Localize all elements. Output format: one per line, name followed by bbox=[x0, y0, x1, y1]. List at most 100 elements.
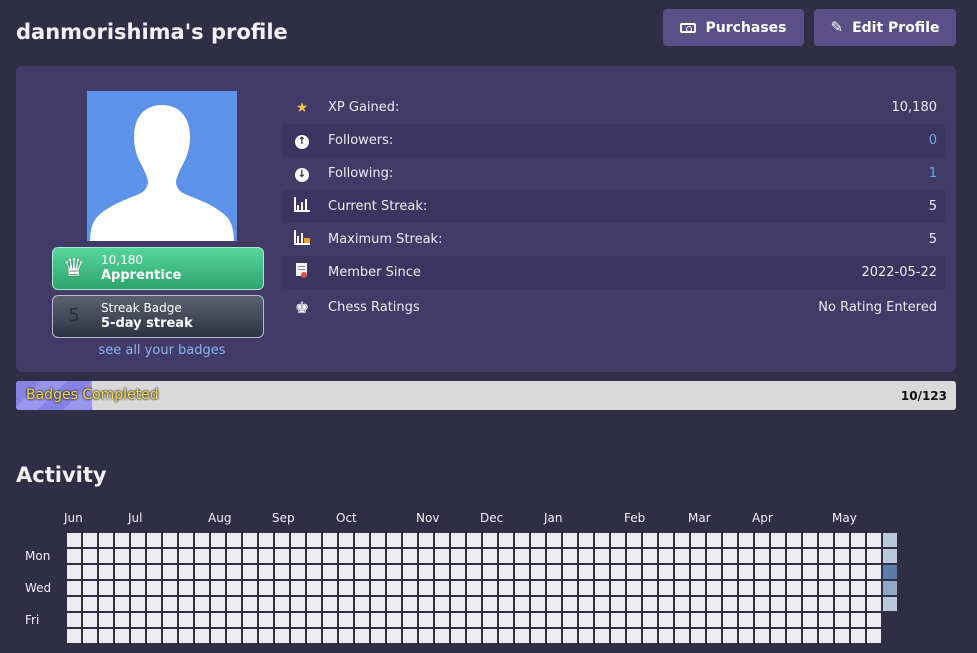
activity-day-cell[interactable] bbox=[515, 629, 529, 643]
activity-day-cell[interactable] bbox=[627, 549, 641, 563]
activity-day-cell[interactable] bbox=[723, 565, 737, 579]
activity-day-cell[interactable] bbox=[307, 565, 321, 579]
activity-day-cell[interactable] bbox=[131, 549, 145, 563]
activity-day-cell[interactable] bbox=[563, 597, 577, 611]
activity-day-cell[interactable] bbox=[787, 613, 801, 627]
activity-day-cell[interactable] bbox=[435, 581, 449, 595]
activity-day-cell[interactable] bbox=[723, 629, 737, 643]
activity-day-cell[interactable] bbox=[179, 597, 193, 611]
activity-day-cell[interactable] bbox=[451, 533, 465, 547]
activity-day-cell[interactable] bbox=[339, 581, 353, 595]
activity-day-cell[interactable] bbox=[131, 629, 145, 643]
activity-day-cell[interactable] bbox=[739, 565, 753, 579]
activity-day-cell[interactable] bbox=[867, 581, 881, 595]
activity-day-cell[interactable] bbox=[531, 629, 545, 643]
activity-day-cell[interactable] bbox=[227, 581, 241, 595]
activity-day-cell[interactable] bbox=[179, 613, 193, 627]
activity-day-cell[interactable] bbox=[691, 581, 705, 595]
activity-day-cell[interactable] bbox=[531, 565, 545, 579]
streak-badge[interactable]: 5 Streak Badge 5-day streak bbox=[52, 295, 264, 338]
activity-day-cell[interactable] bbox=[435, 565, 449, 579]
activity-day-cell[interactable] bbox=[467, 549, 481, 563]
activity-day-cell[interactable] bbox=[803, 581, 817, 595]
activity-day-cell[interactable] bbox=[835, 597, 849, 611]
activity-day-cell[interactable] bbox=[435, 533, 449, 547]
activity-day-cell[interactable] bbox=[371, 549, 385, 563]
activity-day-cell[interactable] bbox=[611, 613, 625, 627]
activity-day-cell[interactable] bbox=[771, 613, 785, 627]
activity-day-cell[interactable] bbox=[259, 629, 273, 643]
activity-day-cell[interactable] bbox=[499, 581, 513, 595]
activity-day-cell[interactable] bbox=[883, 533, 897, 547]
activity-day-cell[interactable] bbox=[467, 533, 481, 547]
activity-day-cell[interactable] bbox=[67, 629, 81, 643]
activity-day-cell[interactable] bbox=[787, 597, 801, 611]
activity-day-cell[interactable] bbox=[755, 549, 769, 563]
activity-day-cell[interactable] bbox=[755, 565, 769, 579]
activity-day-cell[interactable] bbox=[611, 565, 625, 579]
activity-day-cell[interactable] bbox=[115, 581, 129, 595]
activity-day-cell[interactable] bbox=[243, 629, 257, 643]
activity-day-cell[interactable] bbox=[355, 613, 369, 627]
activity-day-cell[interactable] bbox=[771, 533, 785, 547]
activity-day-cell[interactable] bbox=[227, 597, 241, 611]
activity-day-cell[interactable] bbox=[275, 533, 289, 547]
activity-day-cell[interactable] bbox=[627, 597, 641, 611]
activity-day-cell[interactable] bbox=[99, 565, 113, 579]
activity-day-cell[interactable] bbox=[723, 533, 737, 547]
activity-day-cell[interactable] bbox=[787, 565, 801, 579]
activity-day-cell[interactable] bbox=[355, 549, 369, 563]
activity-day-cell[interactable] bbox=[387, 565, 401, 579]
activity-day-cell[interactable] bbox=[227, 629, 241, 643]
activity-day-cell[interactable] bbox=[531, 597, 545, 611]
activity-day-cell[interactable] bbox=[179, 549, 193, 563]
activity-day-cell[interactable] bbox=[83, 565, 97, 579]
activity-day-cell[interactable] bbox=[739, 597, 753, 611]
activity-day-cell[interactable] bbox=[195, 581, 209, 595]
activity-day-cell[interactable] bbox=[259, 613, 273, 627]
activity-day-cell[interactable] bbox=[739, 549, 753, 563]
activity-day-cell[interactable] bbox=[147, 581, 161, 595]
activity-day-cell[interactable] bbox=[99, 613, 113, 627]
activity-day-cell[interactable] bbox=[851, 613, 865, 627]
activity-day-cell[interactable] bbox=[451, 613, 465, 627]
activity-day-cell[interactable] bbox=[643, 581, 657, 595]
activity-day-cell[interactable] bbox=[707, 549, 721, 563]
activity-day-cell[interactable] bbox=[499, 533, 513, 547]
activity-day-cell[interactable] bbox=[723, 597, 737, 611]
activity-day-cell[interactable] bbox=[355, 597, 369, 611]
activity-day-cell[interactable] bbox=[339, 533, 353, 547]
activity-day-cell[interactable] bbox=[99, 581, 113, 595]
activity-day-cell[interactable] bbox=[595, 629, 609, 643]
activity-day-cell[interactable] bbox=[83, 629, 97, 643]
activity-day-cell[interactable] bbox=[419, 581, 433, 595]
activity-day-cell[interactable] bbox=[771, 597, 785, 611]
activity-day-cell[interactable] bbox=[243, 597, 257, 611]
activity-day-cell[interactable] bbox=[723, 549, 737, 563]
activity-day-cell[interactable] bbox=[595, 565, 609, 579]
activity-day-cell[interactable] bbox=[211, 565, 225, 579]
purchases-button[interactable]: Purchases bbox=[663, 9, 804, 46]
activity-day-cell[interactable] bbox=[211, 581, 225, 595]
activity-day-cell[interactable] bbox=[67, 549, 81, 563]
activity-day-cell[interactable] bbox=[67, 597, 81, 611]
following-count-link[interactable]: 1 bbox=[929, 166, 937, 181]
activity-day-cell[interactable] bbox=[275, 629, 289, 643]
activity-day-cell[interactable] bbox=[755, 533, 769, 547]
activity-day-cell[interactable] bbox=[371, 565, 385, 579]
activity-day-cell[interactable] bbox=[867, 629, 881, 643]
activity-day-cell[interactable] bbox=[547, 565, 561, 579]
edit-profile-button[interactable]: ✎ Edit Profile bbox=[814, 9, 956, 46]
activity-day-cell[interactable] bbox=[371, 581, 385, 595]
activity-day-cell[interactable] bbox=[835, 549, 849, 563]
activity-day-cell[interactable] bbox=[323, 581, 337, 595]
activity-day-cell[interactable] bbox=[323, 629, 337, 643]
activity-day-cell[interactable] bbox=[243, 549, 257, 563]
activity-day-cell[interactable] bbox=[275, 597, 289, 611]
activity-day-cell[interactable] bbox=[291, 629, 305, 643]
activity-day-cell[interactable] bbox=[371, 613, 385, 627]
activity-day-cell[interactable] bbox=[883, 597, 897, 611]
activity-day-cell[interactable] bbox=[579, 565, 593, 579]
activity-day-cell[interactable] bbox=[547, 629, 561, 643]
activity-day-cell[interactable] bbox=[483, 565, 497, 579]
